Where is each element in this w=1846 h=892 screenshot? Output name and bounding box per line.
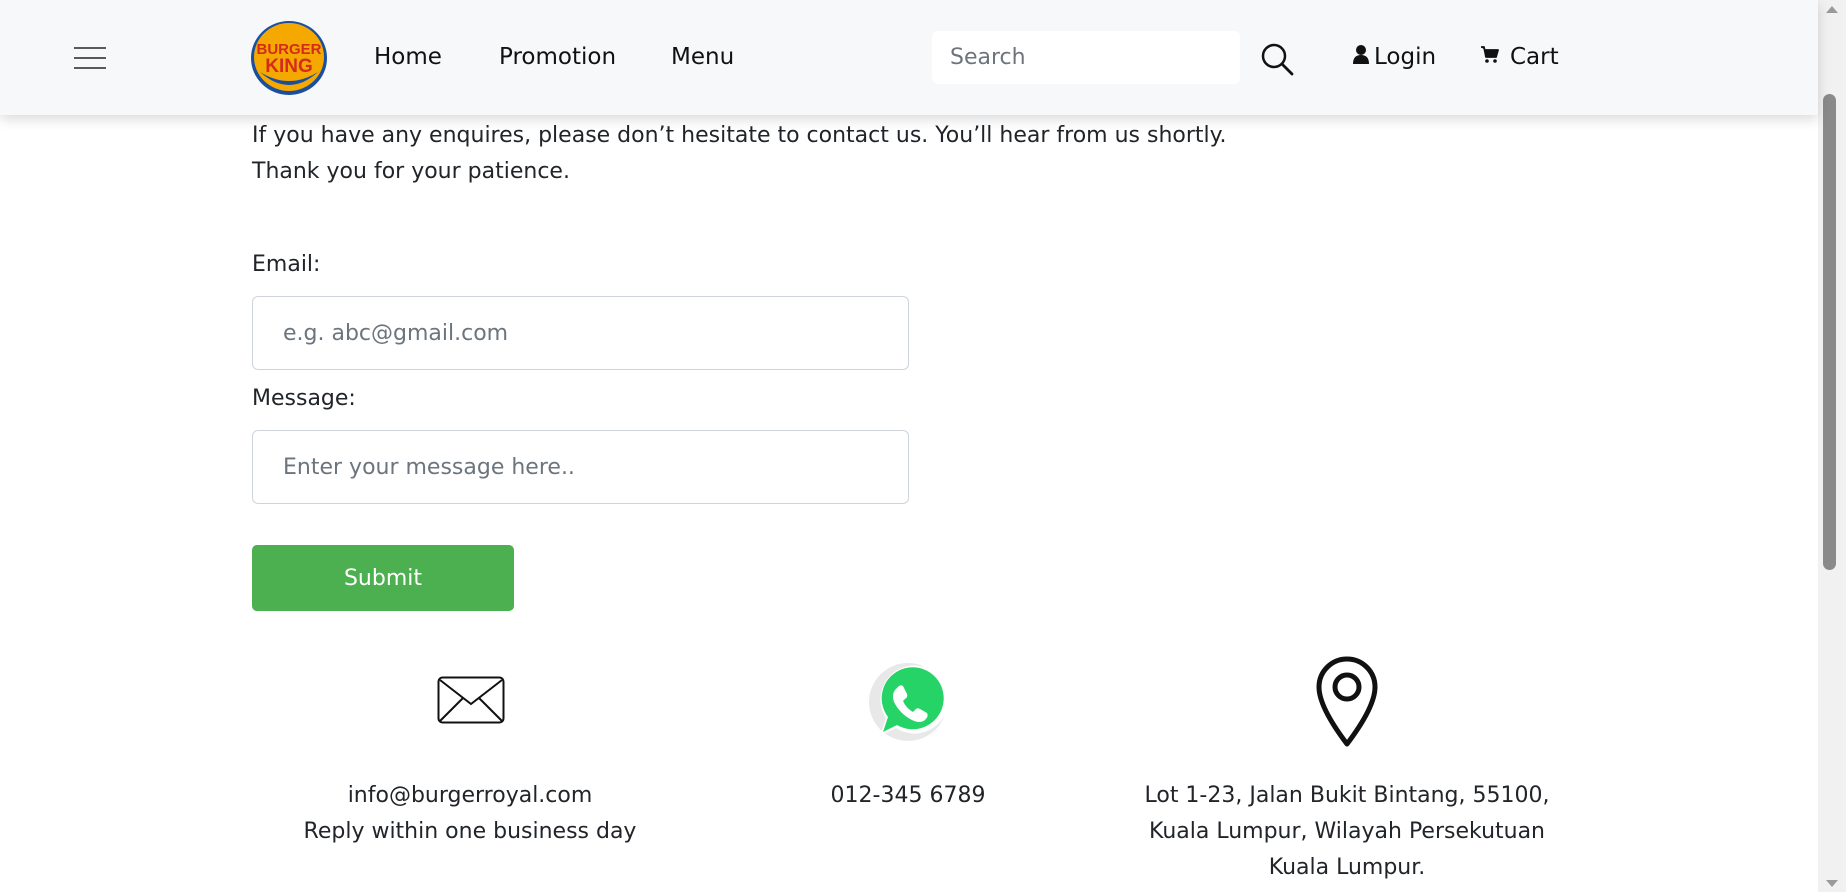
- burger-king-logo[interactable]: BURGER KING: [250, 20, 328, 96]
- location-pin-icon: [1313, 655, 1381, 751]
- contact-address-block: Lot 1-23, Jalan Bukit Bintang, 55100, Ku…: [1097, 778, 1597, 886]
- scrollbar-thumb[interactable]: [1823, 94, 1836, 570]
- hamburger-menu-icon[interactable]: [74, 46, 106, 70]
- contact-phone-block: 012-345 6789: [708, 778, 1108, 814]
- login-label: Login: [1374, 44, 1437, 70]
- contact-phone[interactable]: 012-345 6789: [708, 778, 1108, 814]
- cart-icon: [1480, 44, 1504, 70]
- scroll-up-arrow-icon[interactable]: [1826, 6, 1838, 13]
- cart-link[interactable]: Cart: [1480, 44, 1559, 70]
- message-label: Message:: [252, 386, 356, 411]
- contact-intro: If you have any enquires, please don’t h…: [252, 118, 1227, 190]
- cart-label: Cart: [1510, 44, 1559, 70]
- nav-home-link[interactable]: Home: [374, 44, 442, 70]
- submit-button[interactable]: Submit: [252, 545, 514, 611]
- email-field[interactable]: [252, 296, 909, 370]
- search-icon[interactable]: [1260, 42, 1294, 76]
- envelope-icon: [437, 676, 505, 728]
- scroll-down-arrow-icon[interactable]: [1826, 880, 1838, 887]
- contact-address-line-3: Kuala Lumpur.: [1268, 855, 1426, 880]
- intro-line-2: Thank you for your patience.: [252, 159, 570, 184]
- contact-email-note: Reply within one business day: [303, 819, 637, 844]
- contact-address-line-1: Lot 1-23, Jalan Bukit Bintang, 55100,: [1144, 783, 1550, 808]
- user-icon: [1352, 44, 1374, 70]
- message-field[interactable]: [252, 430, 909, 504]
- intro-line-1: If you have any enquires, please don’t h…: [252, 123, 1227, 148]
- whatsapp-icon: [866, 660, 950, 748]
- svg-text:KING: KING: [265, 56, 313, 77]
- email-label: Email:: [252, 252, 321, 277]
- nav-menu-link[interactable]: Menu: [671, 44, 734, 70]
- navbar: BURGER KING Home Promotion Menu Login: [0, 0, 1818, 115]
- search-input[interactable]: [932, 31, 1240, 84]
- contact-email[interactable]: info@burgerroyal.com: [270, 778, 670, 814]
- login-link[interactable]: Login: [1352, 44, 1436, 70]
- contact-email-block: info@burgerroyal.com Reply within one bu…: [270, 778, 670, 850]
- contact-address-line-2: Kuala Lumpur, Wilayah Persekutuan: [1149, 819, 1545, 844]
- nav-promotion-link[interactable]: Promotion: [499, 44, 616, 70]
